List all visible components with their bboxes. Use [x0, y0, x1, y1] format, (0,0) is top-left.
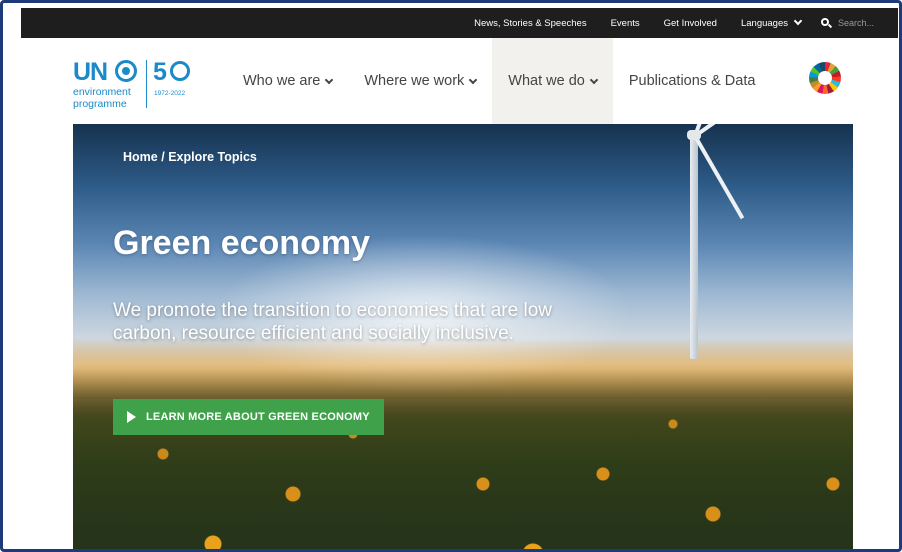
utility-bar: News, Stories & Speeches Events Get Invo…: [21, 8, 898, 38]
chevron-down-icon: [325, 75, 334, 84]
play-icon: [127, 411, 136, 423]
browser-frame: News, Stories & Speeches Events Get Invo…: [0, 0, 902, 552]
learn-more-label: LEARN MORE ABOUT GREEN ECONOMY: [146, 411, 370, 423]
chevron-down-icon: [469, 75, 478, 84]
logo-years: 1972-2022: [154, 90, 186, 97]
nav-item-label: Where we work: [364, 73, 465, 89]
unep-logo[interactable]: UN environment programme 5 1972-2022: [73, 58, 213, 114]
page-title: Green economy: [113, 224, 370, 262]
main-nav: Who we are Where we work What we do Publ…: [227, 38, 771, 124]
languages-label: Languages: [740, 17, 788, 29]
logo-un-text: UN: [73, 58, 108, 86]
main-header: UN environment programme 5 1972-2022 Who…: [21, 38, 898, 124]
nav-item-label: What we do: [508, 73, 585, 89]
logo-line2: programme: [73, 98, 127, 110]
breadcrumb-current-link[interactable]: Explore Topics: [168, 150, 257, 164]
logo-divider: [146, 60, 147, 108]
wind-turbine-blade: [693, 124, 770, 138]
breadcrumb: Home / Explore Topics: [123, 150, 257, 164]
search-input[interactable]: [838, 18, 888, 28]
utility-link-events[interactable]: Events: [599, 18, 652, 29]
logo-line1: environment: [73, 86, 131, 98]
sunflower-field: [73, 364, 853, 549]
nav-item-label: Publications & Data: [628, 73, 756, 89]
search-box: [813, 17, 888, 29]
sdg-wheel-icon[interactable]: [809, 62, 841, 94]
anniversary-emblem-icon: [170, 61, 190, 81]
wind-turbine-hub: [687, 130, 701, 140]
chevron-down-icon: [793, 16, 803, 26]
languages-dropdown[interactable]: Languages: [729, 16, 813, 29]
nav-item-who-we-are[interactable]: Who we are: [227, 38, 348, 124]
hero-description: We promote the transition to economies t…: [113, 300, 552, 344]
learn-more-button[interactable]: LEARN MORE ABOUT GREEN ECONOMY: [113, 399, 384, 435]
hero-banner: Home / Explore Topics Green economy We p…: [73, 124, 853, 549]
breadcrumb-home-link[interactable]: Home: [123, 150, 158, 164]
wind-turbine-blade: [693, 135, 745, 220]
utility-link-get-involved[interactable]: Get Involved: [652, 18, 729, 29]
logo-fifty-text: 5: [153, 58, 167, 86]
search-icon[interactable]: [821, 17, 833, 29]
utility-link-news[interactable]: News, Stories & Speeches: [462, 18, 598, 29]
un-emblem-icon: [115, 60, 137, 82]
chevron-down-icon: [589, 75, 599, 84]
nav-item-where-we-work[interactable]: Where we work: [348, 38, 492, 124]
wind-turbine-tower: [690, 134, 698, 359]
nav-item-label: Who we are: [243, 73, 321, 89]
nav-item-what-we-do[interactable]: What we do: [492, 38, 613, 124]
nav-item-publications-data[interactable]: Publications & Data: [613, 38, 772, 124]
